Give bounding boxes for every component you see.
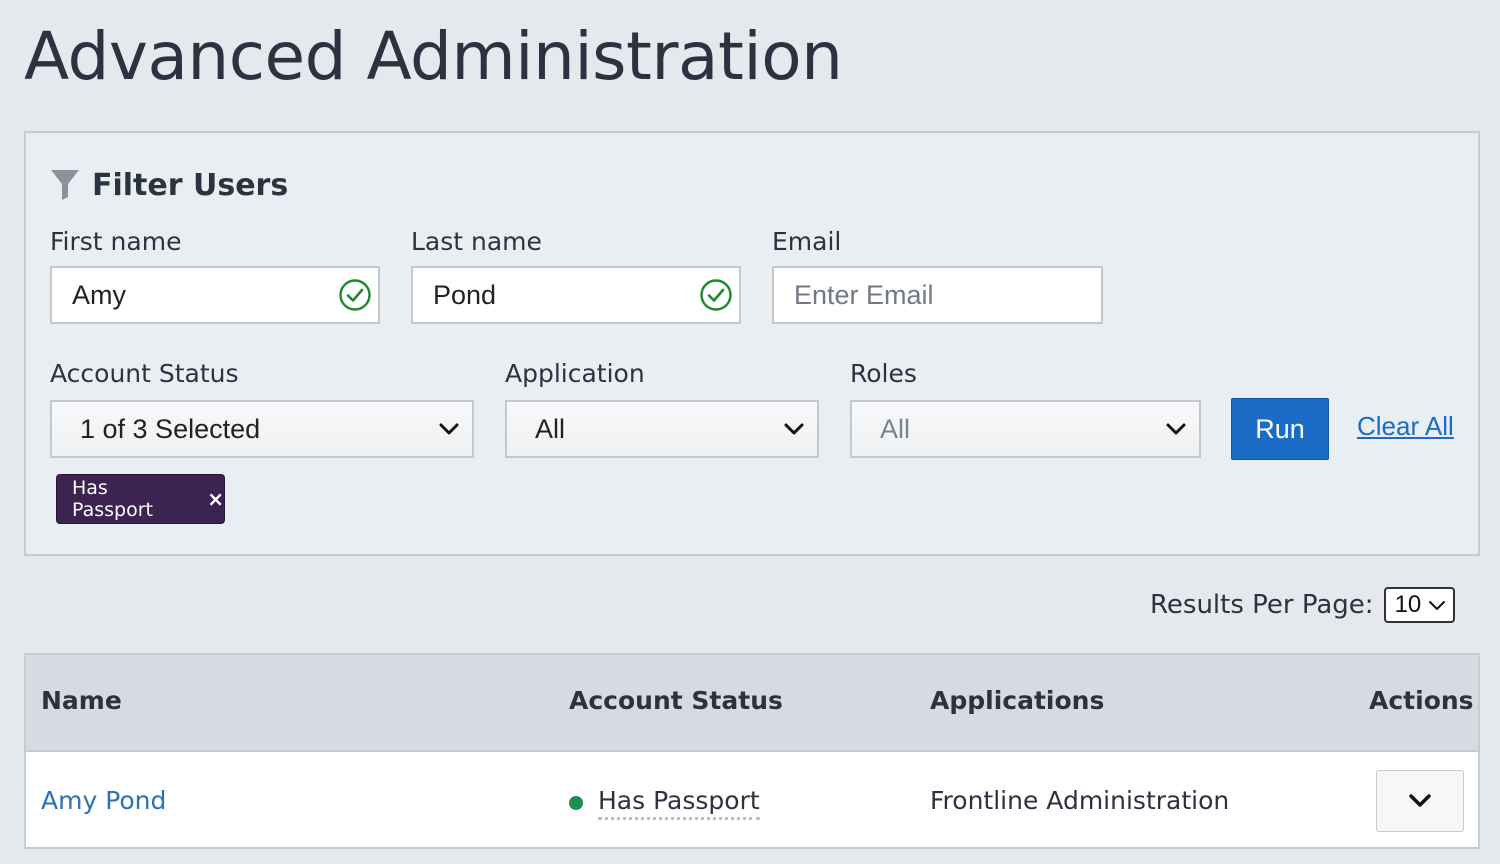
table-header: Name Account Status Applications Actions — [26, 655, 1478, 752]
first-name-field[interactable] — [50, 266, 380, 324]
results-per-page-value: 10 — [1394, 591, 1422, 618]
clear-all-link[interactable]: Clear All — [1357, 411, 1454, 442]
filter-heading-label: Filter Users — [92, 167, 289, 203]
first-name-input[interactable] — [72, 279, 378, 311]
chevron-down-icon — [1409, 794, 1431, 807]
results-per-page-select[interactable]: 10 — [1383, 587, 1455, 623]
page-title: Advanced Administration — [24, 18, 843, 95]
close-icon[interactable]: × — [207, 487, 224, 511]
account-status-select[interactable]: 1 of 3 Selected — [50, 400, 474, 458]
status-label[interactable]: Has Passport — [598, 786, 760, 820]
roles-select[interactable]: All — [850, 400, 1201, 458]
account-status-label: Account Status — [50, 359, 239, 388]
first-name-label: First name — [50, 227, 182, 256]
email-input[interactable] — [794, 279, 1101, 311]
status-dot — [569, 796, 583, 810]
chevron-down-icon — [784, 423, 804, 435]
column-header-account-status: Account Status — [569, 686, 783, 715]
last-name-field[interactable] — [411, 266, 741, 324]
column-header-name: Name — [41, 686, 122, 715]
email-field[interactable] — [772, 266, 1103, 324]
results-per-page: Results Per Page: 10 — [1150, 587, 1455, 623]
filter-chip: Has Passport × — [56, 474, 225, 524]
chevron-down-icon — [439, 423, 459, 435]
filter-heading: Filter Users — [50, 165, 288, 205]
filter-icon — [51, 170, 79, 200]
applications-cell: Frontline Administration — [930, 786, 1230, 815]
check-circle-icon — [700, 279, 732, 311]
column-header-applications: Applications — [930, 686, 1105, 715]
account-status-cell: Has Passport — [569, 786, 760, 820]
application-value: All — [535, 413, 566, 444]
users-table: Name Account Status Applications Actions… — [24, 653, 1480, 849]
column-header-actions: Actions — [1369, 686, 1474, 715]
chevron-down-icon — [1428, 601, 1445, 610]
filter-chip-label: Has Passport — [72, 477, 153, 521]
run-button[interactable]: Run — [1231, 398, 1329, 460]
user-name-link[interactable]: Amy Pond — [41, 786, 166, 815]
last-name-label: Last name — [411, 227, 542, 256]
row-actions-button[interactable] — [1376, 770, 1464, 832]
results-per-page-label: Results Per Page: — [1150, 590, 1374, 620]
chevron-down-icon — [1166, 423, 1186, 435]
application-label: Application — [505, 359, 645, 388]
roles-value: All — [880, 413, 911, 444]
filter-panel: Filter Users First name Last name Email … — [24, 131, 1480, 556]
roles-label: Roles — [850, 359, 917, 388]
last-name-input[interactable] — [433, 279, 739, 311]
account-status-value: 1 of 3 Selected — [80, 413, 261, 444]
email-label: Email — [772, 227, 842, 256]
application-select[interactable]: All — [505, 400, 819, 458]
check-circle-icon — [339, 279, 371, 311]
